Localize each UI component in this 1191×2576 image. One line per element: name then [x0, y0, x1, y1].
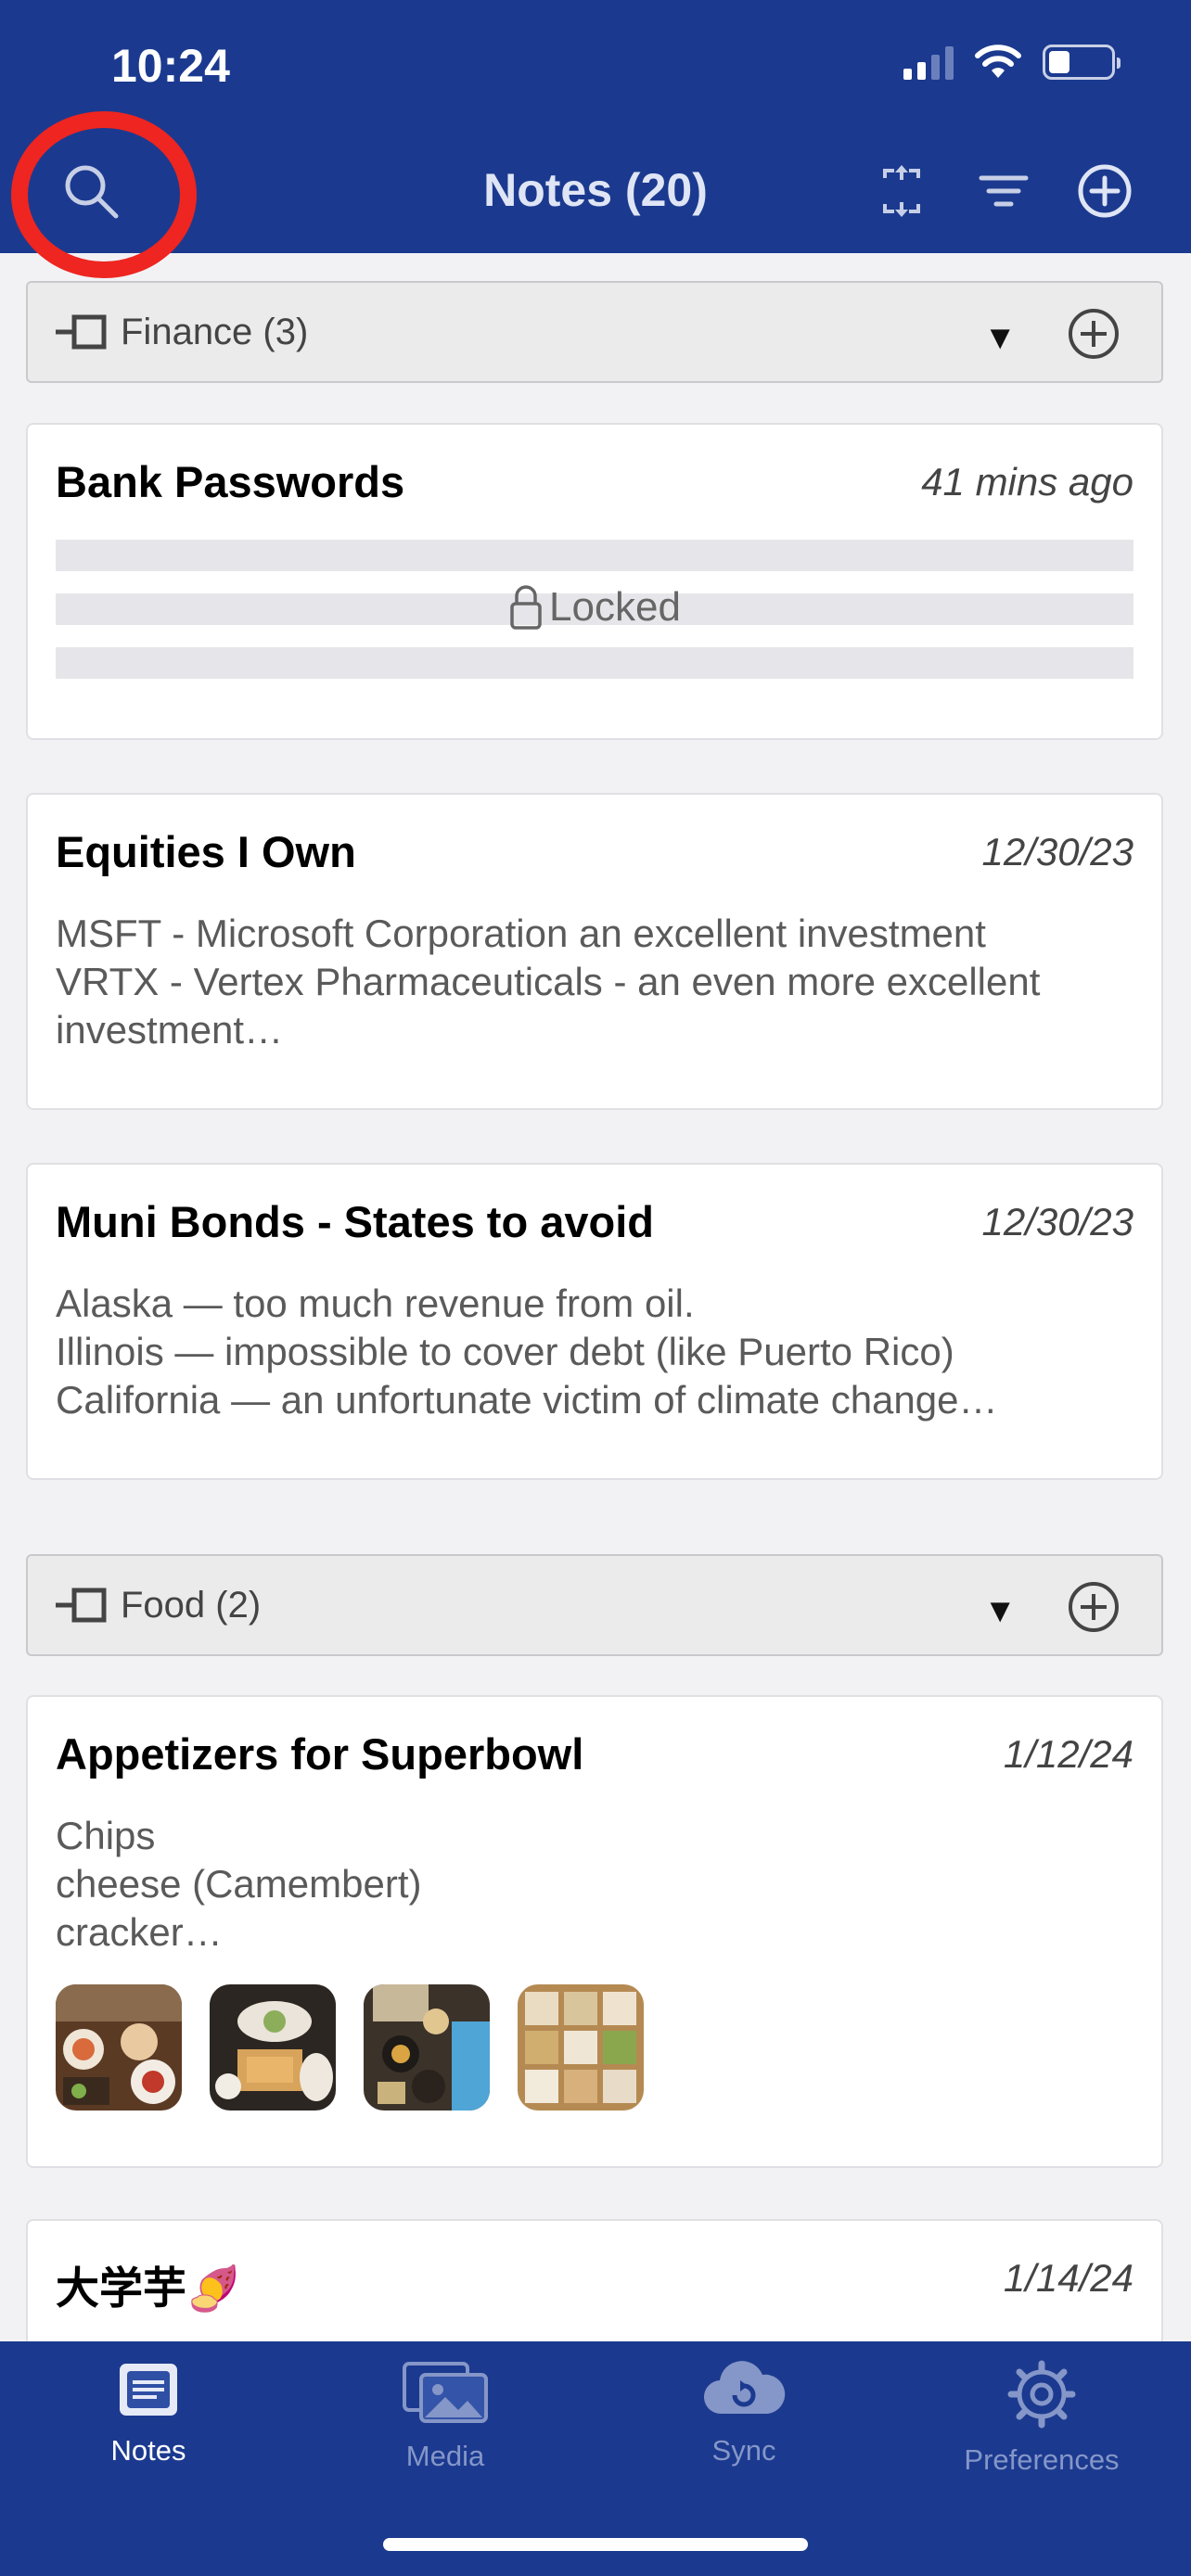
tab-media[interactable]: Media — [325, 2360, 566, 2473]
filter-button[interactable] — [967, 154, 1041, 228]
media-icon — [403, 2362, 488, 2423]
tab-notes[interactable]: Notes — [28, 2360, 269, 2468]
note-date: 41 mins ago — [921, 460, 1133, 504]
note-card-equities[interactable]: Equities I Own 12/30/23 MSFT - Microsoft… — [26, 793, 1163, 1110]
status-time: 10:24 — [111, 40, 230, 92]
note-title: Appetizers for Superbowl — [56, 1729, 584, 1779]
note-title: Equities I Own — [56, 827, 356, 876]
add-note-button[interactable] — [1068, 154, 1142, 228]
media-thumbnail[interactable] — [210, 1984, 336, 2111]
status-icons — [903, 45, 1121, 80]
expand-arrows-icon — [883, 165, 920, 217]
add-to-group-icon[interactable] — [1067, 1580, 1121, 1634]
folder-tab-icon — [56, 1588, 107, 1623]
note-preview: Alaska — too much revenue from oil. Illi… — [56, 1282, 998, 1422]
locked-indicator: Locked — [28, 584, 1161, 631]
note-date: 1/14/24 — [1003, 2256, 1133, 2300]
battery-icon — [1043, 45, 1121, 80]
note-date: 1/12/24 — [1003, 1732, 1133, 1776]
tab-label: Preferences — [964, 2443, 1120, 2476]
notes-icon — [120, 2364, 177, 2416]
note-title: 大学芋🍠 — [56, 2264, 241, 2313]
tab-label: Notes — [110, 2434, 186, 2467]
group-label: Food (2) — [121, 1584, 262, 1626]
media-thumbnail[interactable] — [56, 1984, 182, 2111]
note-preview: Chips cheese (Camembert) cracker… — [56, 1814, 422, 1954]
note-date: 12/30/23 — [981, 1200, 1134, 1243]
note-title: Muni Bonds - States to avoid — [56, 1197, 654, 1246]
group-label: Finance (3) — [121, 311, 309, 352]
collapse-triangle-icon[interactable]: ▼ — [983, 1591, 1017, 1630]
home-indicator — [383, 2538, 808, 2551]
note-preview: MSFT - Microsoft Corporation an excellen… — [56, 912, 1041, 1052]
tab-label: Media — [405, 2440, 485, 2472]
media-thumbnails — [56, 1984, 644, 2111]
group-header-food[interactable]: Food (2) ▼ — [26, 1554, 1163, 1656]
tab-sync[interactable]: Sync — [623, 2360, 864, 2468]
note-title: Bank Passwords — [56, 457, 405, 506]
tab-label: Sync — [711, 2434, 776, 2467]
gear-icon — [1007, 2360, 1076, 2429]
media-thumbnail[interactable] — [364, 1984, 490, 2111]
navigation-bar: 10:24 Notes (20) — [0, 0, 1191, 278]
note-date: 12/30/23 — [981, 830, 1134, 874]
add-to-group-icon[interactable] — [1067, 307, 1121, 361]
lock-icon — [510, 585, 542, 630]
filter-icon — [979, 175, 1029, 207]
folder-tab-icon — [56, 314, 107, 350]
note-card-bank-passwords[interactable]: Bank Passwords 41 mins ago Locked — [26, 423, 1163, 740]
expand-collapse-button[interactable] — [864, 154, 939, 228]
tab-preferences[interactable]: Preferences — [921, 2360, 1162, 2477]
notes-list[interactable]: Finance (3) ▼ Bank Passwords 41 mins ago… — [0, 253, 1191, 2341]
cellular-signal-icon — [903, 46, 954, 80]
group-header-finance[interactable]: Finance (3) ▼ — [26, 281, 1163, 383]
locked-text: Locked — [549, 584, 681, 630]
sync-cloud-icon — [703, 2361, 786, 2415]
note-card-daigaku-imo[interactable]: 大学芋🍠 1/14/24 — [26, 2219, 1163, 2341]
wifi-icon — [975, 45, 1021, 78]
media-thumbnail[interactable] — [518, 1984, 644, 2111]
collapse-triangle-icon[interactable]: ▼ — [983, 318, 1017, 357]
note-card-muni-bonds[interactable]: Muni Bonds - States to avoid 12/30/23 Al… — [26, 1163, 1163, 1480]
plus-circle-icon — [1078, 164, 1132, 218]
note-card-appetizers[interactable]: Appetizers for Superbowl 1/12/24 Chips c… — [26, 1695, 1163, 2168]
